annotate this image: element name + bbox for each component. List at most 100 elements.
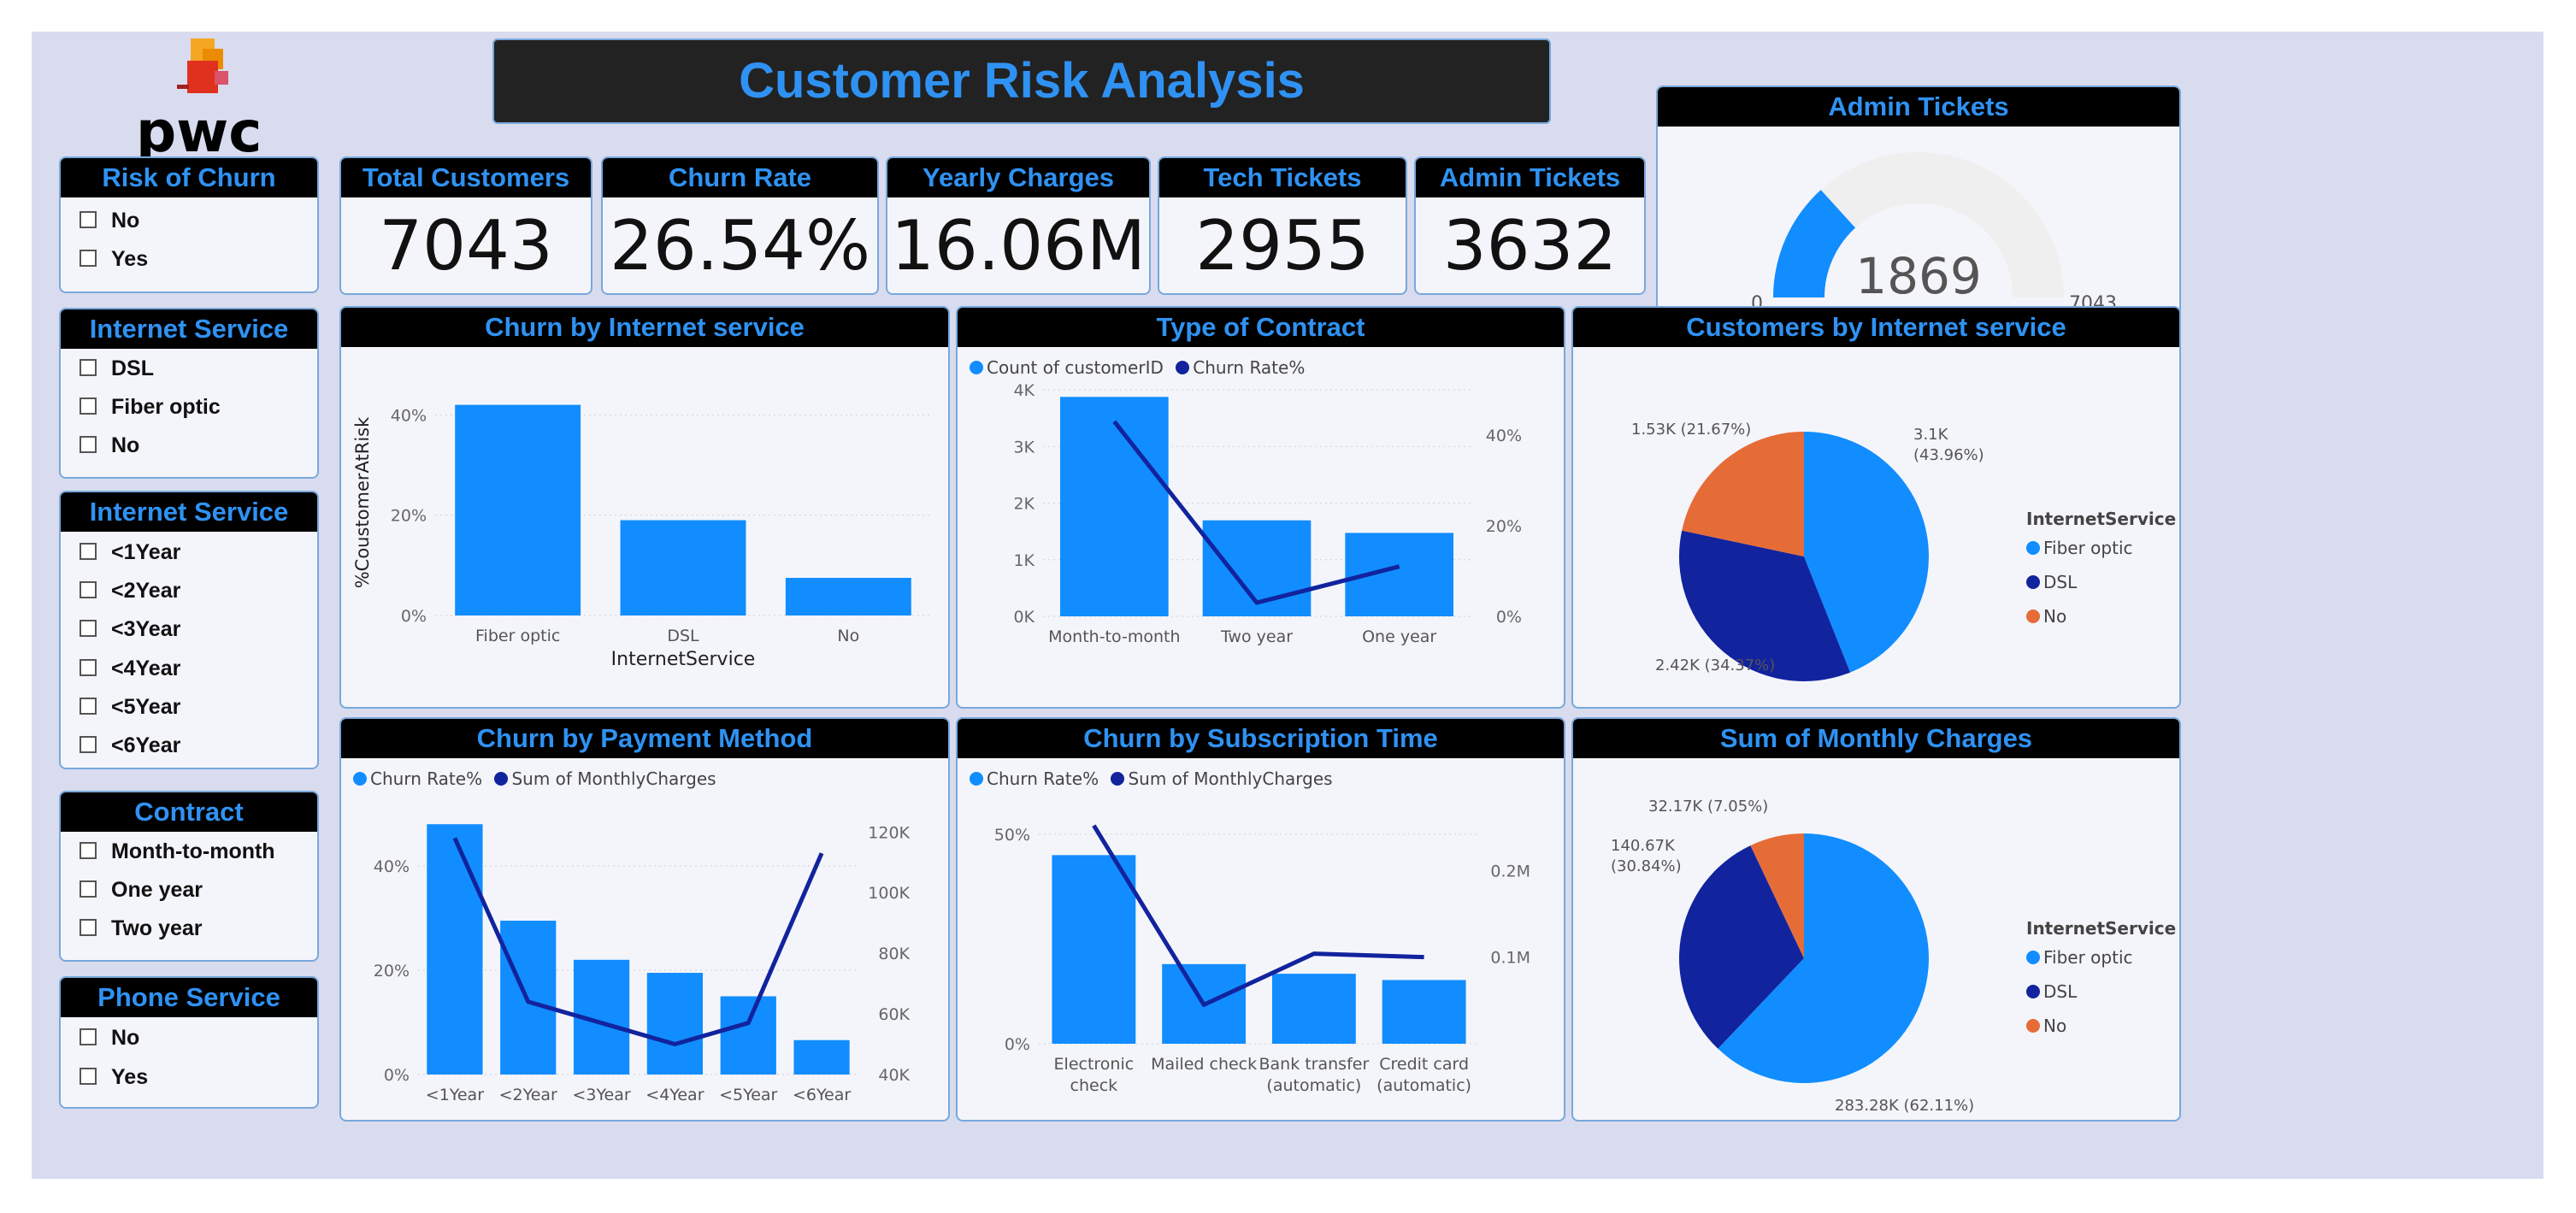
legend-label: No — [2043, 1016, 2066, 1036]
slicer-option-dsl[interactable]: DSL — [80, 356, 154, 381]
chart-title: Churn by Payment Method — [341, 719, 948, 758]
legend-dot — [2026, 951, 2040, 964]
checkbox[interactable] — [80, 211, 97, 229]
slicer-option-month-to-month[interactable]: Month-to-month — [80, 839, 275, 864]
slicer-contract[interactable]: Contract Month-to-month One year Two yea… — [59, 791, 319, 962]
slicer-title: Internet Service — [61, 492, 317, 532]
y-tick-label: 40% — [391, 406, 427, 425]
slicer-option-6year[interactable]: <6Year — [80, 733, 180, 758]
legend-label: DSL — [2043, 572, 2078, 592]
slice-label: 2.42K (34.37%) — [1655, 657, 1775, 674]
kpi-label: Total Customers — [341, 158, 591, 197]
slicer-title: Phone Service — [61, 978, 317, 1017]
checkbox[interactable] — [80, 1028, 97, 1046]
kpi-label: Yearly Charges — [887, 158, 1149, 197]
x-tick-label: Fiber optic — [475, 627, 560, 645]
page-title: Customer Risk Analysis — [739, 53, 1305, 109]
x-tick-label: Two year — [1220, 627, 1293, 646]
x-tick-label: <4Year — [645, 1086, 704, 1104]
legend-dot — [2026, 609, 2040, 623]
slicer-option-4year[interactable]: <4Year — [80, 657, 180, 681]
checkbox[interactable] — [80, 698, 97, 715]
slicer-option-one-year[interactable]: One year — [80, 878, 203, 903]
series-line — [1092, 824, 1424, 1007]
x-tick-label: (automatic) — [1266, 1076, 1361, 1095]
slicer-option-3year[interactable]: <3Year — [80, 617, 180, 642]
legend-label: No — [2043, 606, 2066, 627]
checkbox[interactable] — [80, 736, 97, 754]
x-tick-label: Electronic — [1054, 1055, 1135, 1074]
checkbox[interactable] — [80, 659, 97, 677]
checkbox[interactable] — [80, 359, 97, 377]
slicer-option-yes[interactable]: Yes — [80, 1065, 148, 1090]
slicer-title: Risk of Churn — [61, 158, 317, 197]
legend-dot — [2026, 985, 2040, 998]
slicer-subscription-time[interactable]: Internet Service <1Year <2Year <3Year <4… — [59, 491, 319, 769]
slicer-option-two-year[interactable]: Two year — [80, 916, 203, 941]
slicer-risk-of-churn[interactable]: Risk of Churn No Yes — [59, 156, 319, 293]
checkbox[interactable] — [80, 880, 97, 898]
checkbox[interactable] — [80, 397, 97, 415]
slicer-phone-service[interactable]: Phone Service No Yes — [59, 976, 319, 1109]
slicer-internet-service[interactable]: Internet Service DSL Fiber optic No — [59, 308, 319, 479]
checkbox[interactable] — [80, 543, 97, 561]
x-tick-label: Bank transfer — [1259, 1055, 1369, 1074]
y-tick-label: 3K — [1013, 438, 1035, 456]
y-tick-label: 1K — [1013, 551, 1035, 570]
chart-customers-by-internet: 3.1K (43.96%) 2.42K (34.37%) 1.53K (21.67%)… — [1631, 421, 2176, 681]
slicer-option-fiber-optic[interactable]: Fiber optic — [80, 395, 221, 420]
checkbox[interactable] — [80, 581, 97, 599]
chart-title: Type of Contract — [958, 308, 1564, 347]
kpi-value: 2955 — [1195, 206, 1370, 286]
chart-title: Customers by Internet service — [1573, 308, 2179, 347]
checkbox[interactable] — [80, 436, 97, 454]
checkbox[interactable] — [80, 250, 97, 268]
x-tick-label: No — [837, 627, 859, 645]
kpi-value: 16.06M — [890, 206, 1147, 286]
checkbox[interactable] — [80, 842, 97, 860]
slicer-option-1year[interactable]: <1Year — [80, 540, 180, 565]
kpi-label: Admin Tickets — [1416, 158, 1644, 197]
y-tick-label: 2K — [1013, 495, 1035, 514]
bar — [1271, 974, 1356, 1044]
legend-title: InternetService — [2026, 509, 2176, 529]
slice-label: 32.17K (7.05%) — [1648, 798, 1768, 816]
slicer-option-5year[interactable]: <5Year — [80, 695, 180, 720]
x-tick-label: <3Year — [572, 1086, 630, 1104]
kpi-card-yearly-charges: Yearly Charges 16.06M — [886, 156, 1151, 295]
slicer-option-2year[interactable]: <2Year — [80, 579, 180, 604]
slicer-option-yes[interactable]: Yes — [80, 247, 148, 272]
gauge-card-admin-tickets: Admin Tickets 1869 0 7043 — [1656, 85, 2181, 339]
y2-tick-label: 100K — [868, 884, 910, 903]
x-tick-label: <5Year — [719, 1086, 777, 1104]
checkbox[interactable] — [80, 620, 97, 638]
chart-card-sum-monthly-charges: Sum of Monthly Charges 283.28K (62.11%) 1… — [1571, 717, 2181, 1122]
slicer-option-no[interactable]: No — [80, 433, 139, 458]
chart-sum-monthly-charges: 283.28K (62.11%) 140.67K (30.84%) 32.17K (7… — [1611, 798, 2176, 1115]
checkbox[interactable] — [80, 919, 97, 937]
slicer-title: Contract — [61, 792, 317, 832]
x-tick-label: Month-to-month — [1048, 627, 1180, 646]
x-tick-label: check — [1070, 1076, 1118, 1095]
bar — [720, 996, 776, 1075]
legend-label: Fiber optic — [2043, 947, 2133, 968]
pwc-logo: pwc — [127, 33, 281, 165]
slicer-option-no[interactable]: No — [80, 209, 139, 233]
legend-dot — [2026, 575, 2040, 589]
x-tick-label: <2Year — [499, 1086, 557, 1104]
report-canvas: pwc Customer Risk Analysis Risk of Churn… — [32, 32, 2544, 1179]
slicer-option-no[interactable]: No — [80, 1026, 139, 1051]
slice-label: (30.84%) — [1611, 857, 1682, 875]
y-tick-label: 20% — [391, 507, 427, 526]
y2-tick-label: 40K — [878, 1066, 910, 1085]
kpi-label: Churn Rate — [603, 158, 877, 197]
chart-churn-by-payment: 0% 20% 40% 40K 60K 80K 100K 120K <1Year <2Year <3Y… — [374, 823, 911, 1104]
y2-tick-label: 20% — [1486, 517, 1522, 536]
y-tick-label: 40% — [374, 857, 410, 876]
legend-title: InternetService — [2026, 918, 2176, 939]
kpi-card-churn-rate: Churn Rate 26.54% — [601, 156, 879, 295]
legend-dot — [2026, 541, 2040, 555]
checkbox[interactable] — [80, 1068, 97, 1086]
slicer-title: Internet Service — [61, 309, 317, 349]
chart-card-customers-by-internet: Customers by Internet service 3.1K (43.96… — [1571, 306, 2181, 709]
